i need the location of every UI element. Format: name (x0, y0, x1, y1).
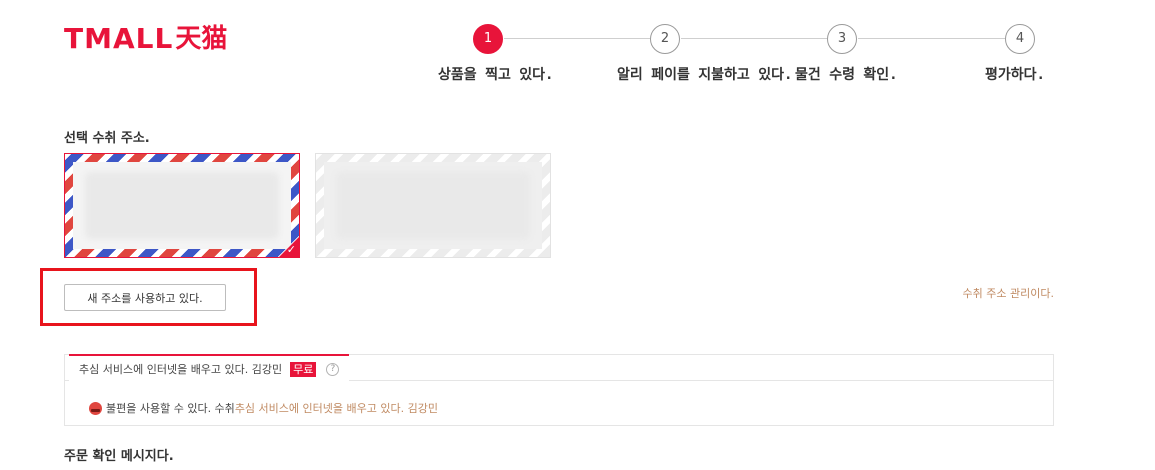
step-4-label: 평가하다. (985, 67, 1045, 83)
step-connector (504, 38, 650, 39)
step-4-circle: 4 (1005, 24, 1035, 54)
address-section-title: 선택 수취 주소. (64, 131, 150, 146)
delivery-service-panel: 추심 서비스에 인터넷을 배우고 있다. 김강민 무료 ? 불편을 사용할 수 … (64, 354, 1054, 426)
service-tab-label: 추심 서비스에 인터넷을 배우고 있다. 김강민 (79, 363, 283, 376)
help-icon[interactable]: ? (326, 362, 340, 376)
service-row-link[interactable]: 추심 서비스에 인터넷을 배우고 있다. 김강민 (235, 400, 438, 416)
new-address-button[interactable]: 새 주소를 사용하고 있다. (64, 284, 226, 311)
redacted-address (336, 172, 530, 239)
step-3-circle: 3 (827, 24, 857, 54)
service-option-row: 불편을 사용할 수 있다. 수취 추심 서비스에 인터넷을 배우고 있다. 김강… (89, 400, 438, 416)
address-card[interactable] (315, 153, 551, 258)
step-3-label: 물건 수령 확인. (795, 67, 898, 83)
step-1-circle: 1 (473, 24, 503, 54)
address-card-selected[interactable]: ✓ (64, 153, 300, 258)
order-confirm-title: 주문 확인 메시지다. (64, 449, 174, 464)
manage-addresses-link[interactable]: 수취 주소 관리이다. (963, 285, 1054, 301)
redacted-address (85, 172, 279, 239)
service-icon (89, 401, 102, 415)
step-2-circle: 2 (650, 24, 680, 54)
step-connector (681, 38, 827, 39)
check-icon: ✓ (286, 243, 296, 256)
step-connector (858, 38, 1005, 39)
free-badge: 무료 (290, 361, 317, 377)
service-row-text: 불편을 사용할 수 있다. 수취 (106, 402, 235, 415)
address-card-content (324, 162, 542, 249)
address-card-content (73, 162, 291, 249)
tab-delivery-service[interactable]: 추심 서비스에 인터넷을 배우고 있다. 김강민 무료 ? (69, 354, 350, 382)
step-2-label: 알리 페이를 지불하고 있다. (617, 67, 793, 83)
order-progress-steps: 1 2 3 4 상품을 찍고 있다. 알리 페이를 지불하고 있다. 물건 수령… (0, 0, 1155, 100)
step-1-label: 상품을 찍고 있다. (438, 67, 554, 83)
